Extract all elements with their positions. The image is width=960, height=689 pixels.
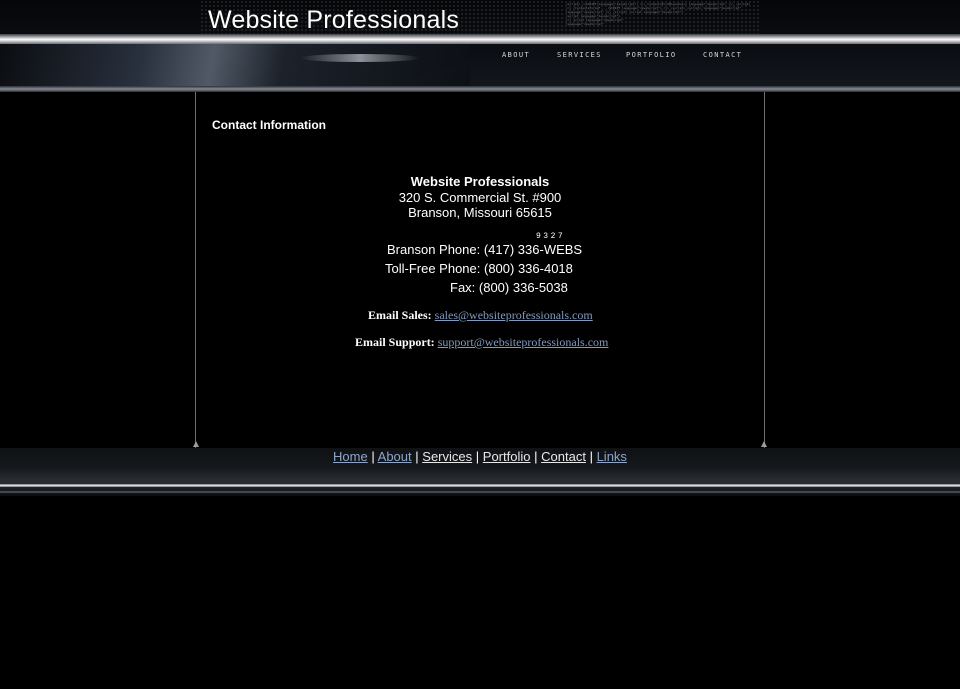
footer-link-contact[interactable]: Contact [541,449,586,464]
header-code-decoration: <script> /<SCRIPT>language="JavaScript">… [566,2,762,32]
company-name: Website Professionals [410,174,550,189]
site-header: <script> /<SCRIPT>language="JavaScript">… [0,0,960,92]
section-title: Contact Information [212,118,326,132]
footer-separator: | [475,449,480,464]
frame-corner-left [193,441,199,447]
footer-link-services[interactable]: Services [422,449,472,464]
footer-link-home[interactable]: Home [333,449,368,464]
nav-services[interactable]: SERVICES [557,51,602,59]
branson-phone: Branson Phone: (417) 336-WEBS [387,242,583,257]
footer-link-links[interactable]: Links [597,449,627,464]
footer-dark-line [0,491,960,493]
email-sales-row: Email Sales: sales@websiteprofessionals.… [368,308,593,323]
email-support-label: Email Support: [355,335,435,349]
header-chrome-band [0,34,960,44]
email-sales-link[interactable]: sales@websiteprofessionals.com [435,308,593,322]
footer-chrome-line [0,484,960,487]
nav-contact[interactable]: CONTACT [703,51,742,59]
email-support-link[interactable]: support@websiteprofessionals.com [438,335,609,349]
footer-separator: | [415,449,419,464]
email-sales-label: Email Sales: [368,308,432,322]
nav-portfolio[interactable]: PORTFOLIO [626,51,677,59]
email-support-row: Email Support: support@websiteprofession… [355,335,608,350]
address-line-1: 320 S. Commercial St. #900 [398,190,562,205]
footer-separator: | [534,449,538,464]
site-logo[interactable]: Website Professionals [208,6,459,35]
main-nav: ABOUT SERVICES PORTFOLIO CONTACT [0,51,960,63]
footer-nav: Home | About | Services | Portfolio | Co… [0,449,960,464]
fax-number: Fax: (800) 336-5038 [450,280,568,295]
tollfree-phone: Toll-Free Phone: (800) 336-4018 [385,261,573,276]
footer-separator: | [589,449,593,464]
address-line-2: Branson, Missouri 65615 [408,205,552,220]
footer-link-about[interactable]: About [378,449,412,464]
phone-digits-hint: 9327 [536,232,566,241]
footer-link-portfolio[interactable]: Portfolio [483,449,531,464]
frame-corner-right [761,441,767,447]
footer-separator: | [371,449,375,464]
code-line: language="JavaScript" [566,22,604,26]
nav-about[interactable]: ABOUT [502,51,530,59]
